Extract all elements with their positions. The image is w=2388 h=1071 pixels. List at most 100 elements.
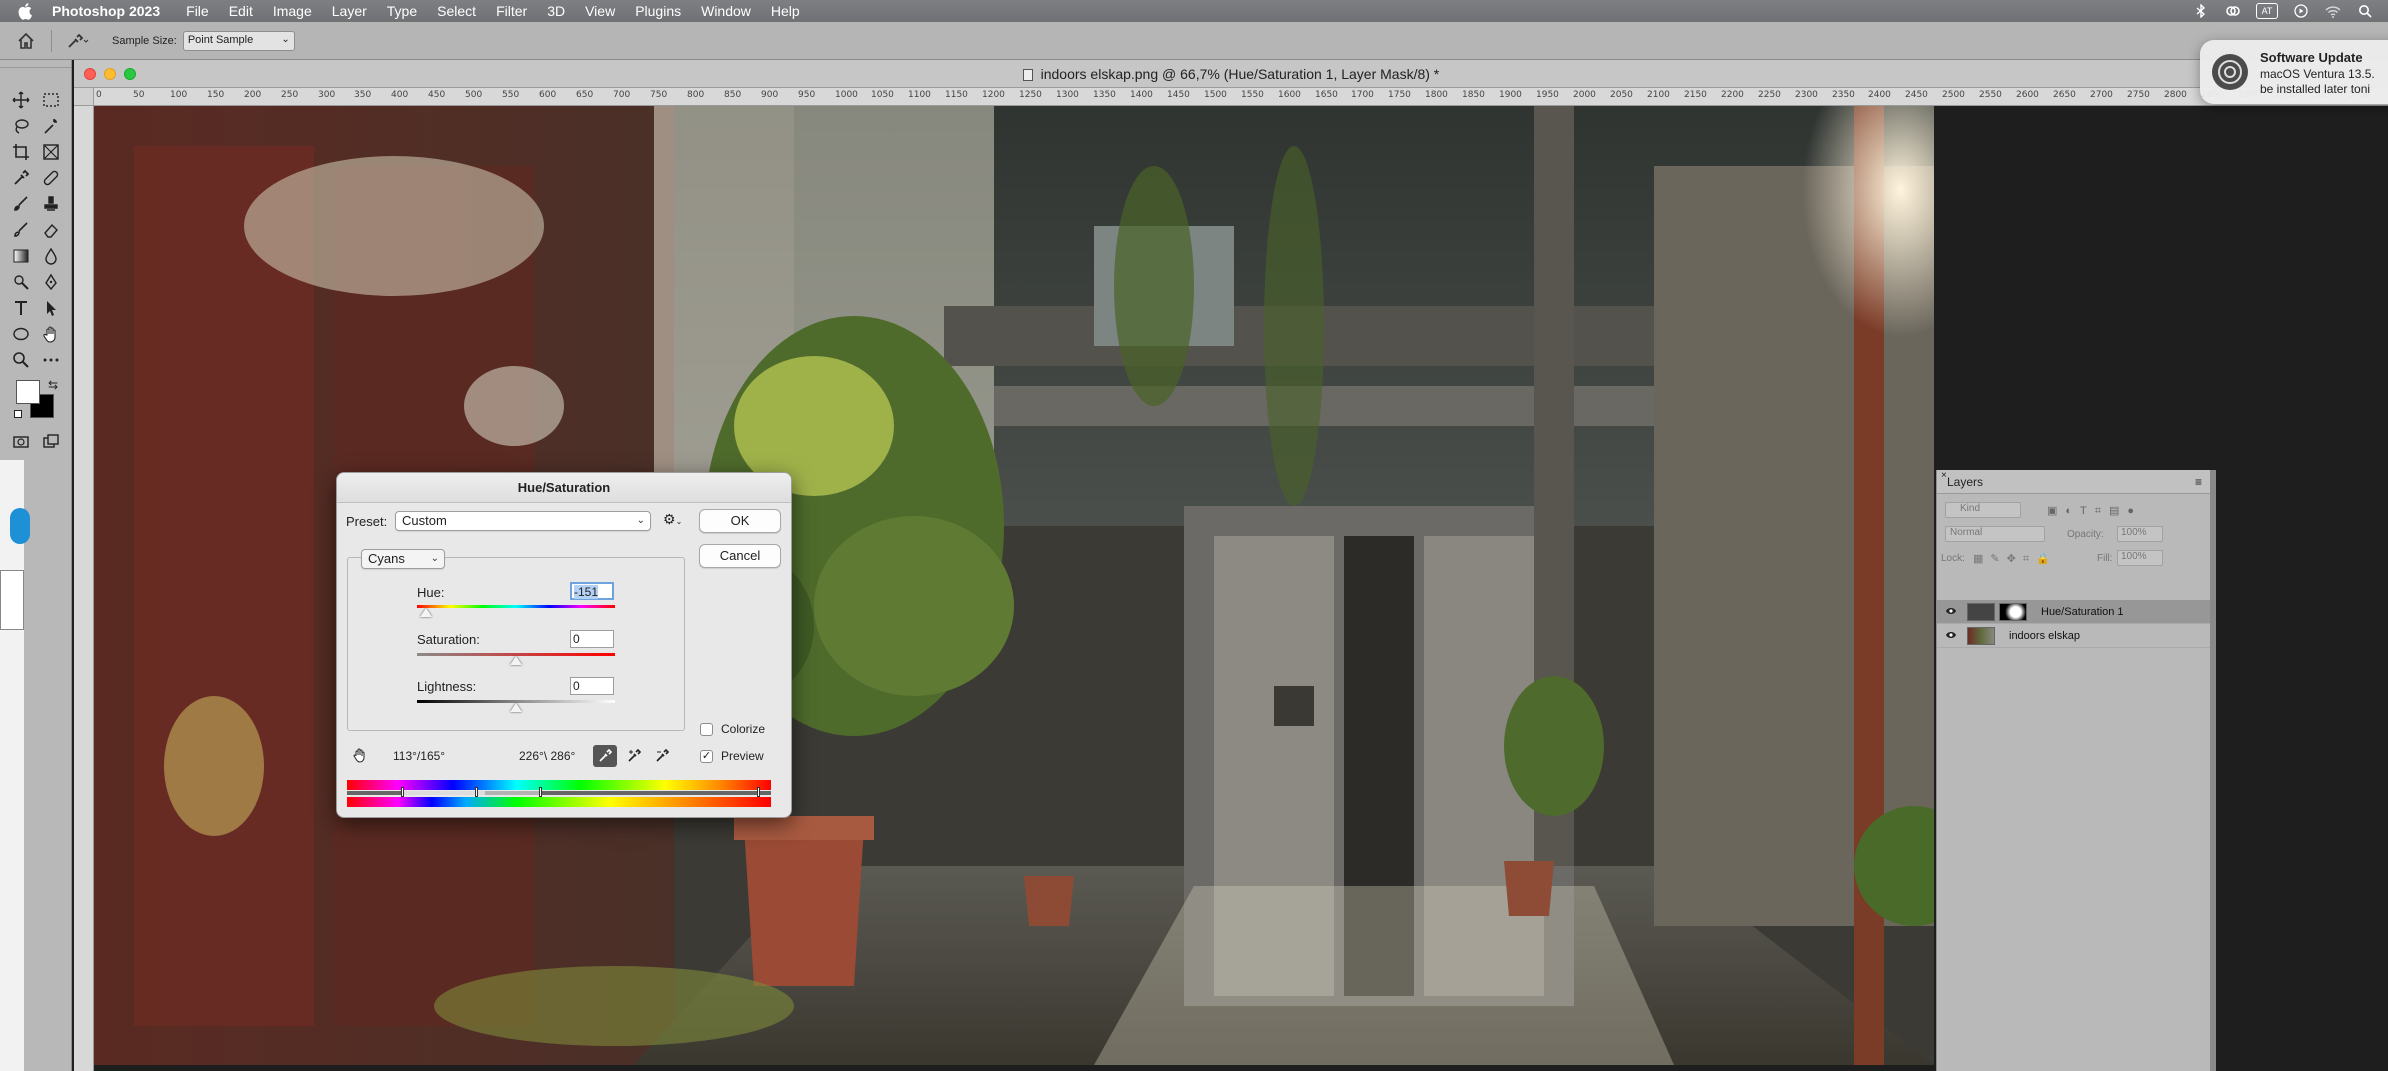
layers-panel-header[interactable]: × Layers ≡ <box>1937 470 2210 494</box>
layer-row[interactable]: indoors elskap <box>1937 624 2211 648</box>
menu-type[interactable]: Type <box>377 0 427 22</box>
opacity-input[interactable]: 100% <box>2117 526 2163 542</box>
preset-select[interactable]: Custom ⌄ <box>395 511 651 531</box>
range-handle-mid-left[interactable] <box>475 787 478 797</box>
filter-kind-select[interactable]: Kind <box>1945 502 2021 518</box>
close-window-button[interactable] <box>84 68 96 80</box>
clone-stamp-icon[interactable] <box>38 192 64 216</box>
zoom-window-button[interactable] <box>124 68 136 80</box>
range-handle-left[interactable] <box>401 787 404 797</box>
default-colors-icon[interactable] <box>14 410 22 418</box>
preset-options-gear-icon[interactable]: ⚙⌄ <box>663 511 682 528</box>
minimize-window-button[interactable] <box>104 68 116 80</box>
visibility-eye-icon[interactable] <box>1945 606 1957 616</box>
layer-mask-thumbnail[interactable] <box>1999 603 2027 621</box>
crop-tool-icon[interactable] <box>8 140 34 164</box>
move-tool-icon[interactable] <box>8 88 34 112</box>
menu-layer[interactable]: Layer <box>322 0 377 22</box>
menu-select[interactable]: Select <box>427 0 486 22</box>
menu-plugins[interactable]: Plugins <box>625 0 691 22</box>
bluetooth-icon[interactable] <box>2192 3 2210 19</box>
zoom-tool-icon[interactable] <box>8 348 34 372</box>
menu-filter[interactable]: Filter <box>486 0 537 22</box>
sample-size-select[interactable]: Point Sample ⌄ <box>182 30 295 51</box>
marquee-tool-icon[interactable] <box>38 88 64 112</box>
frame-tool-icon[interactable] <box>38 140 64 164</box>
blend-mode-select[interactable]: Normal <box>1945 526 2045 542</box>
saturation-input[interactable]: 0 <box>570 630 614 648</box>
document-title-bar[interactable]: indoors elskap.png @ 66,7% (Hue/Saturati… <box>74 60 2388 88</box>
swap-colors-icon[interactable]: ⇆ <box>48 378 58 392</box>
preview-checkbox[interactable]: ✓ <box>700 750 713 763</box>
eyedropper-icon[interactable] <box>8 166 34 190</box>
visibility-eye-icon[interactable] <box>1945 630 1957 640</box>
foreground-color-swatch[interactable] <box>16 380 40 404</box>
dialog-title[interactable]: Hue/Saturation <box>337 473 791 503</box>
layer-name[interactable]: indoors elskap <box>2009 630 2080 642</box>
magic-wand-tool-icon[interactable] <box>38 114 64 138</box>
targeted-adjustment-hand-icon[interactable] <box>352 747 368 763</box>
healing-brush-icon[interactable] <box>38 166 64 190</box>
ellipse-tool-icon[interactable] <box>8 322 34 346</box>
blur-tool-icon[interactable] <box>38 244 64 268</box>
path-selection-icon[interactable] <box>38 296 64 320</box>
spotlight-icon[interactable] <box>2356 3 2374 19</box>
close-panel-icon[interactable]: × <box>1941 464 1947 488</box>
keyboard-input-icon[interactable]: AT <box>2256 3 2278 19</box>
software-update-notification[interactable]: Software Update macOS Ventura 13.5. be i… <box>2200 40 2388 104</box>
menu-3d[interactable]: 3D <box>537 0 575 22</box>
menu-help[interactable]: Help <box>761 0 810 22</box>
vertical-ruler[interactable] <box>74 106 94 1071</box>
eyedropper-tool-icon[interactable] <box>64 30 90 52</box>
filter-type-icons[interactable]: ▣◐T⌗▤● <box>2047 504 2142 518</box>
creative-cloud-icon[interactable] <box>2224 3 2242 19</box>
panel-grip[interactable] <box>0 60 71 68</box>
eraser-tool-icon[interactable] <box>38 218 64 242</box>
layers-panel-title[interactable]: Layers <box>1947 475 1983 489</box>
brush-tool-icon[interactable] <box>8 192 34 216</box>
lightness-slider-thumb[interactable] <box>510 703 522 712</box>
hand-tool-icon[interactable] <box>38 322 64 346</box>
horizontal-ruler[interactable]: 0 50 100 150 200 250 300 350 400 450 500 550 600 650 7… <box>94 88 2388 106</box>
fill-input[interactable]: 100% <box>2117 550 2163 566</box>
wifi-icon[interactable] <box>2324 3 2342 19</box>
eyedropper-icon[interactable] <box>593 745 617 767</box>
layer-row[interactable]: Hue/Saturation 1 <box>1937 600 2211 624</box>
home-icon[interactable] <box>15 30 37 52</box>
hue-slider-thumb[interactable] <box>420 608 432 617</box>
cancel-button[interactable]: Cancel <box>699 544 781 568</box>
menu-image[interactable]: Image <box>263 0 322 22</box>
dodge-tool-icon[interactable] <box>8 270 34 294</box>
pen-tool-icon[interactable] <box>38 270 64 294</box>
range-handle-right[interactable] <box>757 787 760 797</box>
range-handle-mid-right[interactable] <box>539 787 542 797</box>
ok-button[interactable]: OK <box>699 509 781 533</box>
screen-mode-icon[interactable] <box>38 430 64 454</box>
lock-icons[interactable]: ▦✎✥⌗🔒 <box>1973 552 2057 566</box>
channel-select[interactable]: Cyans ⌄ <box>361 549 445 569</box>
history-brush-icon[interactable] <box>8 218 34 242</box>
type-tool-icon[interactable] <box>8 296 34 320</box>
colorize-checkbox[interactable] <box>700 723 713 736</box>
panel-menu-icon[interactable]: ≡ <box>2195 470 2202 494</box>
hue-input[interactable]: -151 <box>570 582 614 600</box>
hue-slider-track[interactable] <box>417 605 615 608</box>
saturation-slider-thumb[interactable] <box>510 656 522 665</box>
layer-name[interactable]: Hue/Saturation 1 <box>2041 606 2124 618</box>
menu-edit[interactable]: Edit <box>219 0 263 22</box>
menu-window[interactable]: Window <box>691 0 761 22</box>
gradient-tool-icon[interactable] <box>8 244 34 268</box>
subtract-from-sample-eyedropper-icon[interactable] <box>651 745 675 767</box>
menu-file[interactable]: File <box>176 0 219 22</box>
app-name[interactable]: Photoshop 2023 <box>48 3 176 19</box>
apple-icon[interactable] <box>16 1 36 21</box>
quick-mask-icon[interactable] <box>8 430 34 454</box>
lightness-input[interactable]: 0 <box>570 677 614 695</box>
media-icon[interactable] <box>2292 3 2310 19</box>
menu-view[interactable]: View <box>575 0 625 22</box>
lasso-tool-icon[interactable] <box>8 114 34 138</box>
add-to-sample-eyedropper-icon[interactable] <box>623 745 647 767</box>
ruler-corner[interactable] <box>74 88 94 106</box>
more-tools-icon[interactable] <box>38 348 64 372</box>
range-adjustment-bar[interactable] <box>347 787 771 797</box>
